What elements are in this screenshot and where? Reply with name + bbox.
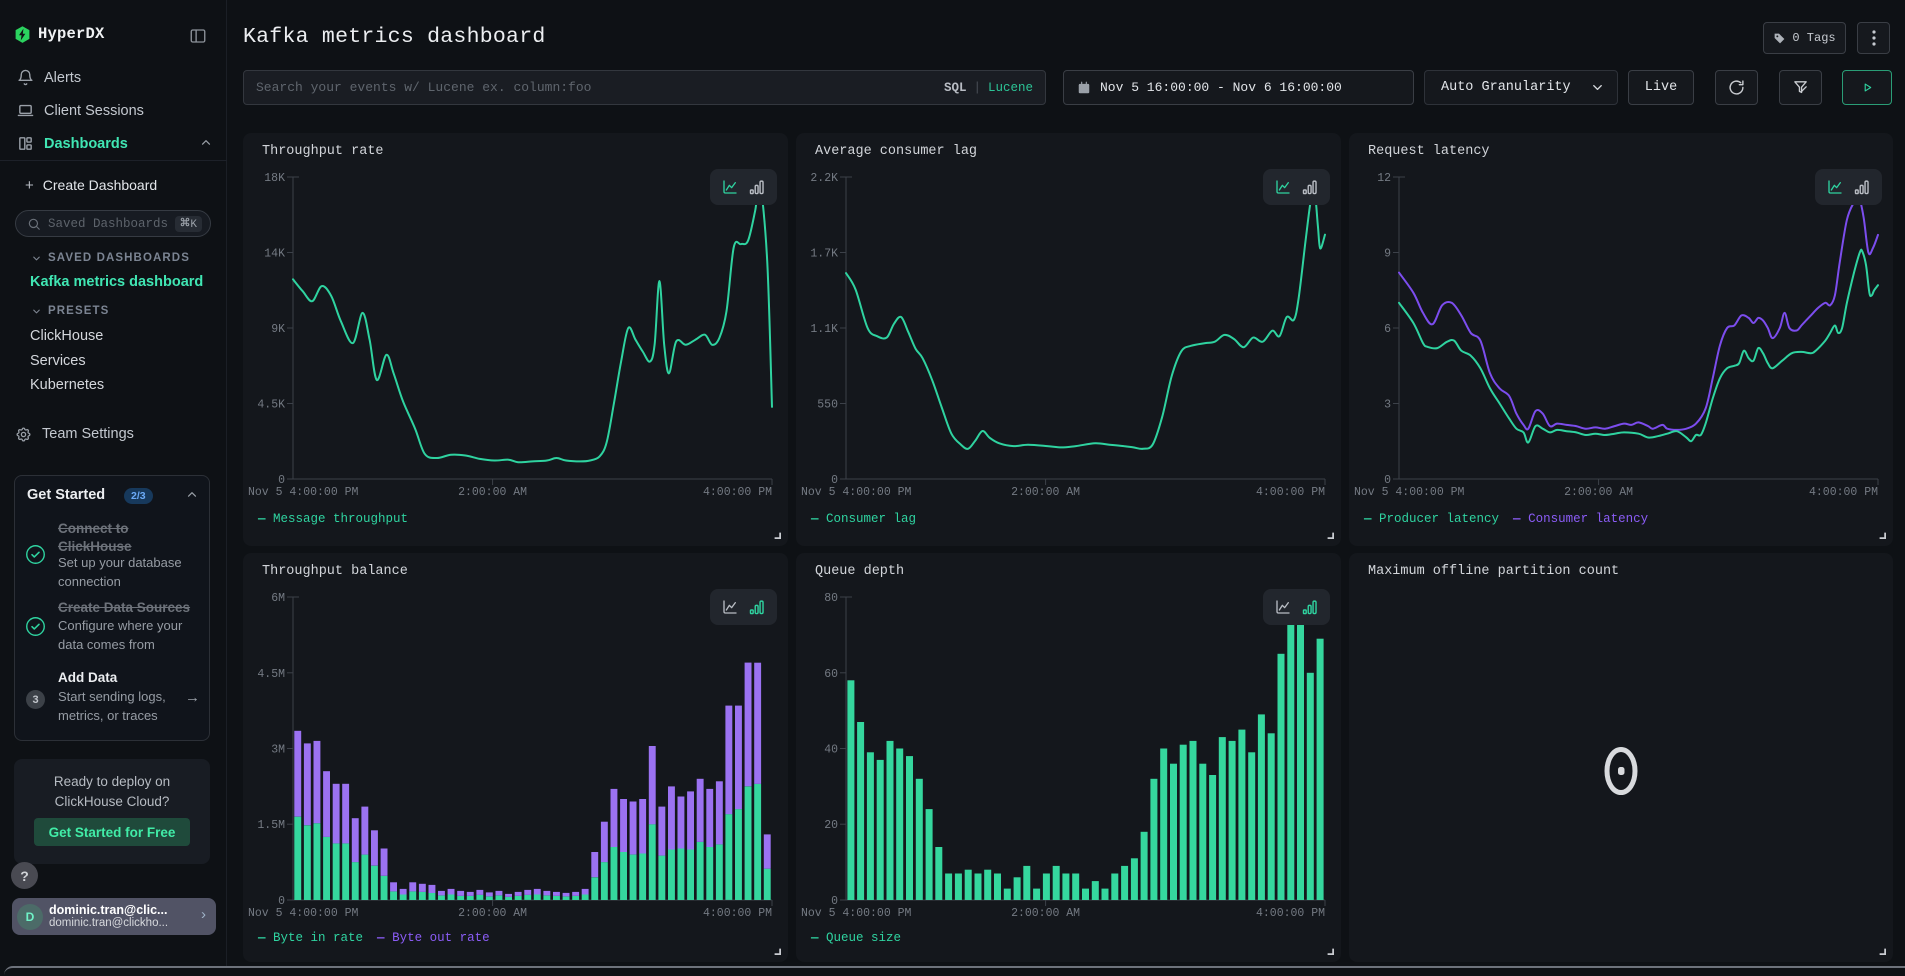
svg-text:Nov 5 4:00:00 PM: Nov 5 4:00:00 PM [801, 907, 912, 920]
svg-text:40: 40 [824, 744, 838, 757]
svg-text:4:00:00 PM: 4:00:00 PM [703, 486, 772, 499]
svg-text:2:00:00 AM: 2:00:00 AM [1011, 486, 1080, 499]
svg-text:4:00:00 PM: 4:00:00 PM [1809, 486, 1878, 499]
svg-text:Nov 5 4:00:00 PM: Nov 5 4:00:00 PM [248, 907, 359, 920]
svg-text:4:00:00 PM: 4:00:00 PM [1256, 907, 1325, 920]
svg-text:80: 80 [824, 592, 838, 605]
svg-text:6: 6 [1384, 323, 1391, 336]
svg-text:2:00:00 AM: 2:00:00 AM [1564, 486, 1633, 499]
svg-text:Nov 5 4:00:00 PM: Nov 5 4:00:00 PM [1354, 486, 1465, 499]
svg-text:1.7K: 1.7K [810, 248, 838, 261]
svg-text:9: 9 [1384, 248, 1391, 261]
svg-text:Nov 5 4:00:00 PM: Nov 5 4:00:00 PM [801, 486, 912, 499]
svg-text:2.2K: 2.2K [810, 172, 838, 185]
svg-text:3M: 3M [271, 744, 285, 757]
svg-text:4:00:00 PM: 4:00:00 PM [1256, 486, 1325, 499]
svg-text:6M: 6M [271, 592, 285, 605]
svg-text:4:00:00 PM: 4:00:00 PM [703, 907, 772, 920]
svg-text:4.5M: 4.5M [257, 668, 285, 681]
svg-text:20: 20 [824, 819, 838, 832]
svg-text:3: 3 [1384, 399, 1391, 412]
svg-text:1.5M: 1.5M [257, 819, 285, 832]
svg-text:Nov 5 4:00:00 PM: Nov 5 4:00:00 PM [248, 486, 359, 499]
svg-text:550: 550 [817, 399, 838, 412]
svg-text:4.5K: 4.5K [257, 399, 285, 412]
svg-text:2:00:00 AM: 2:00:00 AM [458, 907, 527, 920]
svg-text:2:00:00 AM: 2:00:00 AM [458, 486, 527, 499]
svg-text:9K: 9K [271, 323, 285, 336]
svg-text:12: 12 [1377, 172, 1391, 185]
svg-text:1.1K: 1.1K [810, 323, 838, 336]
svg-text:14K: 14K [264, 248, 285, 261]
svg-text:60: 60 [824, 668, 838, 681]
svg-text:2:00:00 AM: 2:00:00 AM [1011, 907, 1080, 920]
svg-text:18K: 18K [264, 172, 285, 185]
